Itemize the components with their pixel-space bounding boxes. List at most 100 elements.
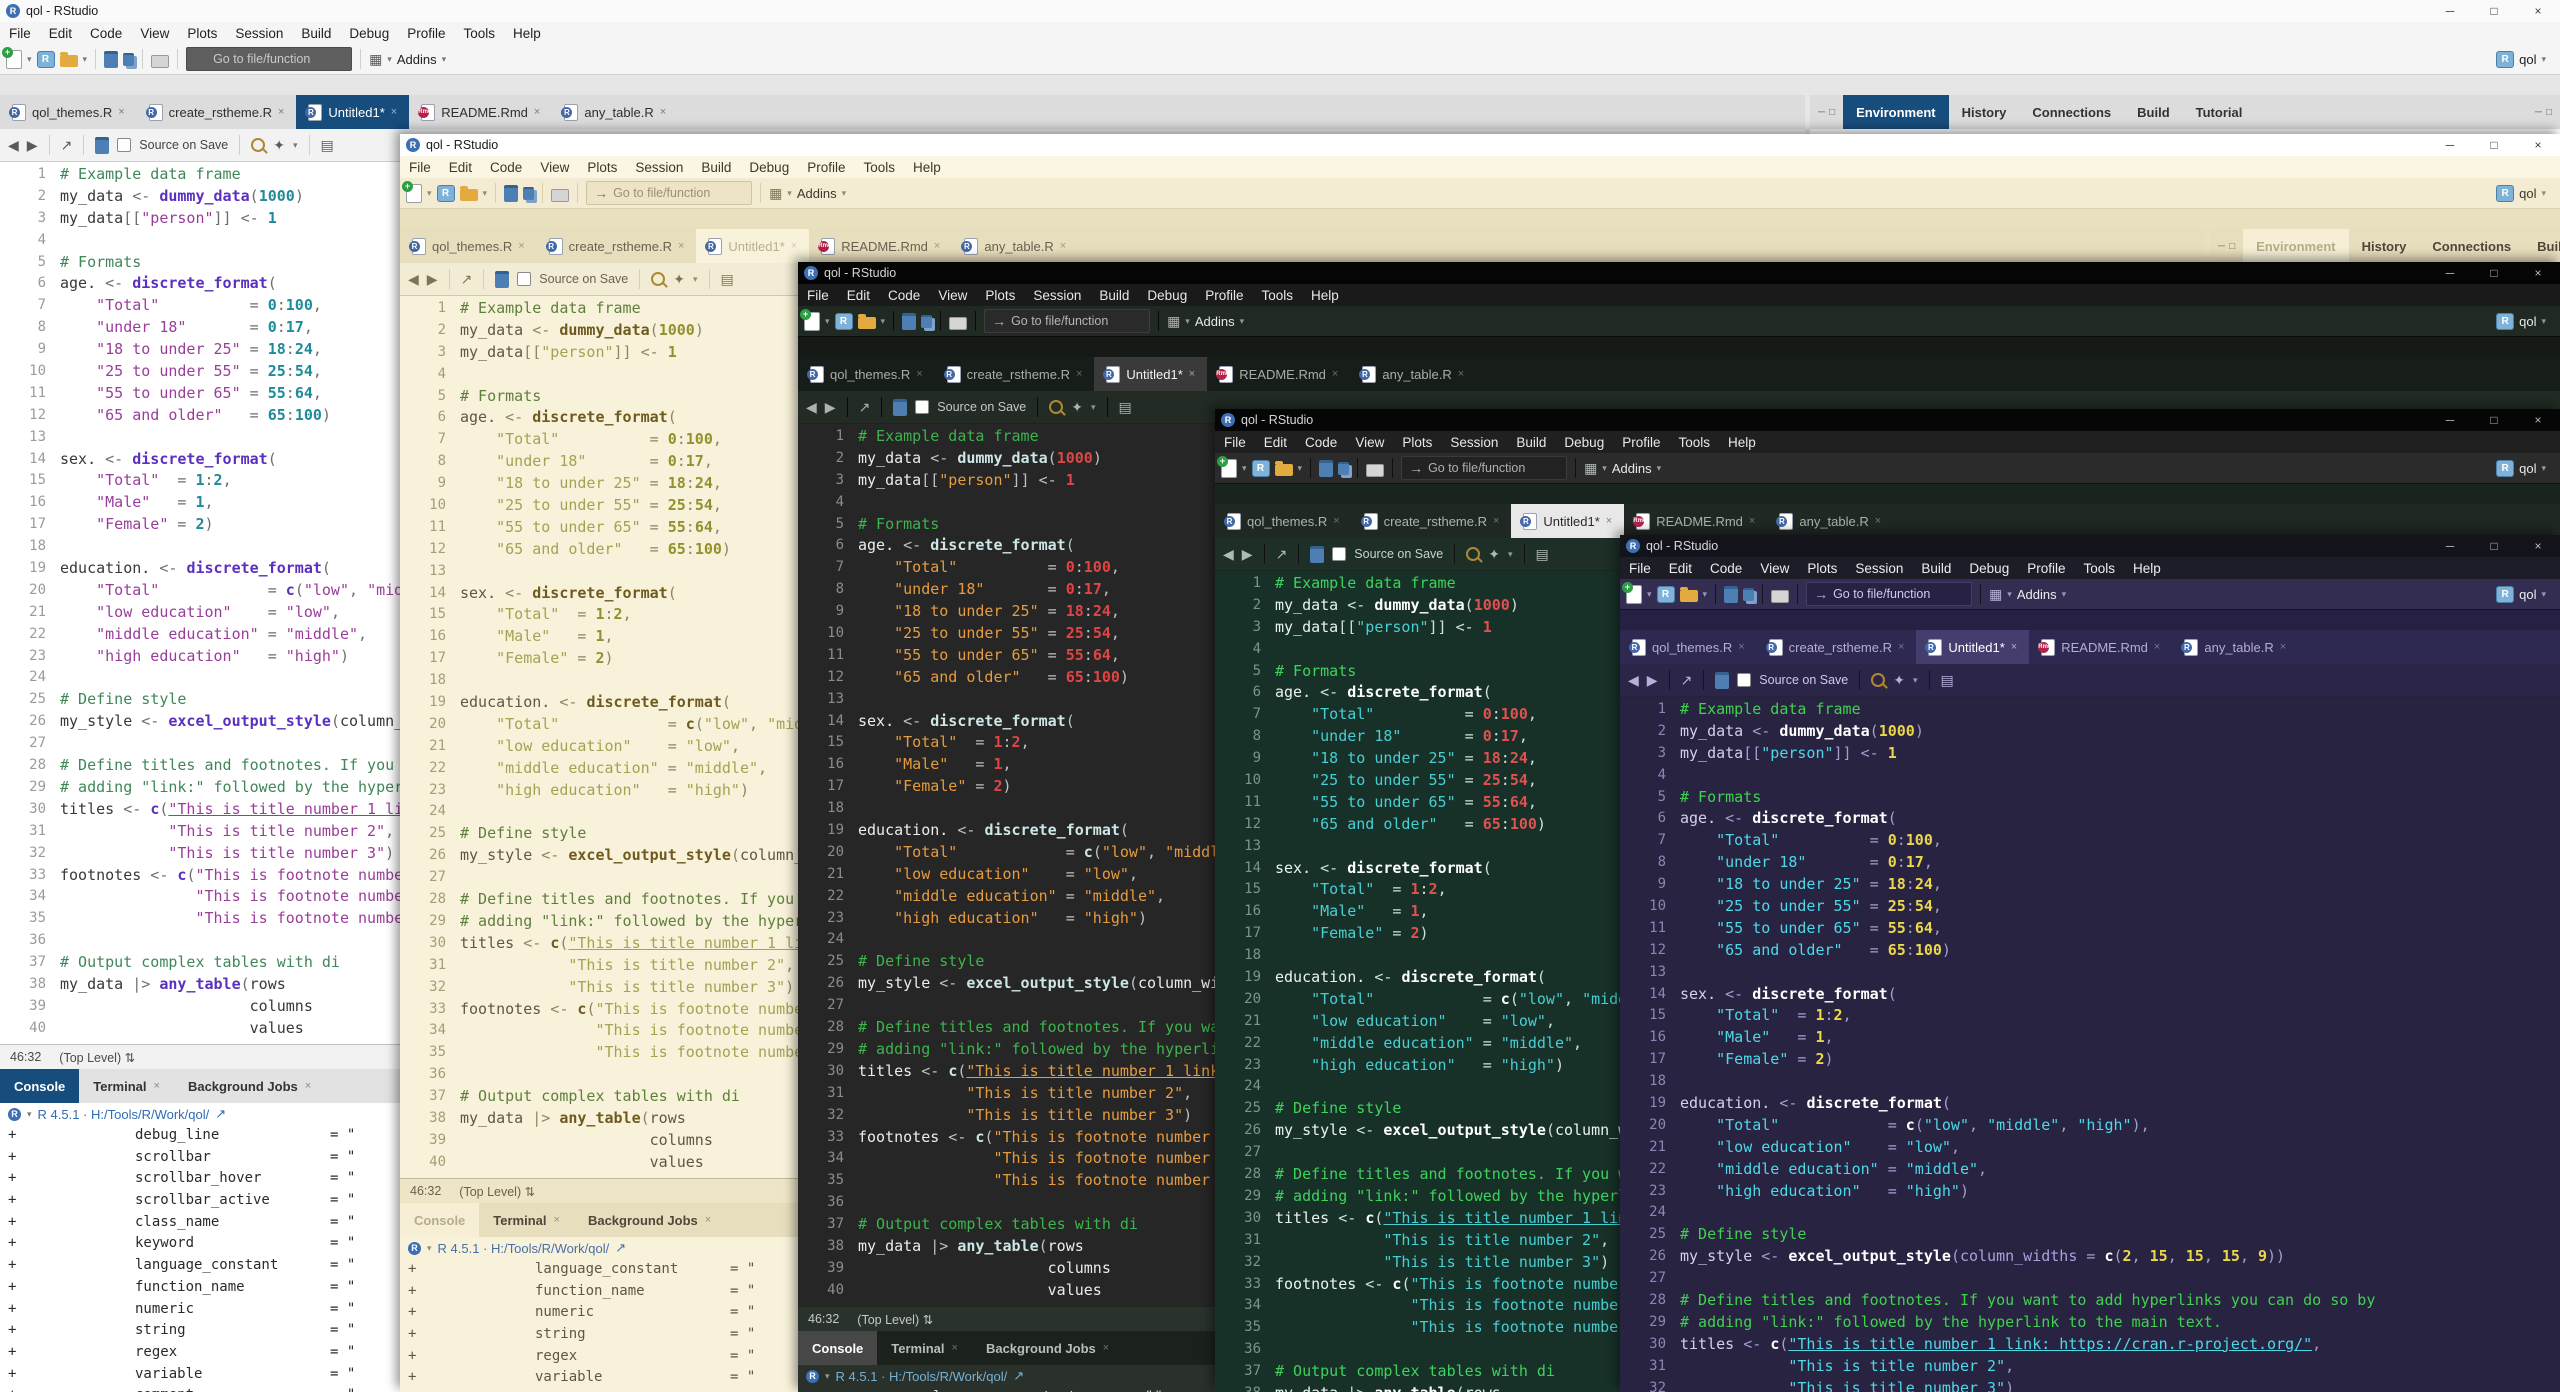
new-file-caret-icon[interactable]: ▾ [427,188,432,199]
print-icon[interactable] [151,47,169,71]
close-icon[interactable]: × [705,1214,711,1226]
source-save-checkbox[interactable] [517,272,531,286]
close-icon[interactable]: × [518,240,524,252]
find-icon[interactable] [1466,542,1480,566]
print-icon[interactable] [1771,582,1789,606]
close-window-icon[interactable]: × [2516,134,2560,156]
tab-readme-rmd[interactable]: RmdREADME.Rmd× [2029,630,2172,664]
menu-item-code[interactable]: Code [81,22,131,44]
close-icon[interactable]: × [952,1342,958,1354]
menu-item-profile[interactable]: Profile [1613,431,1669,453]
close-icon[interactable]: × [154,1080,160,1092]
print-icon[interactable] [1366,456,1384,480]
project-selector[interactable]: Rqol▾ [2496,460,2554,477]
menu-item-debug[interactable]: Debug [1555,431,1613,453]
menu-item-edit[interactable]: Edit [440,156,481,178]
popout-icon[interactable]: ↗ [859,400,871,414]
console-tab-console[interactable]: Console [798,1331,877,1365]
project-selector[interactable]: Rqol▾ [2496,586,2554,603]
close-icon[interactable]: × [916,368,922,380]
menu-item-debug[interactable]: Debug [740,156,798,178]
console-goto-icon[interactable]: ↗ [1013,1368,1024,1384]
menu-item-build[interactable]: Build [292,22,340,44]
close-icon[interactable]: × [1189,368,1195,380]
new-project-icon[interactable]: R [1252,456,1270,480]
minimize-icon[interactable]: ─ [2428,409,2472,431]
code-tools-caret-icon[interactable]: ▾ [1913,675,1918,686]
find-icon[interactable] [1871,668,1885,692]
new-file-caret-icon[interactable]: ▾ [1242,463,1247,474]
new-file-icon[interactable]: + [1221,456,1237,480]
close-icon[interactable]: × [118,106,124,118]
close-icon[interactable]: × [791,240,797,252]
compile-notebook-icon[interactable]: ▤ [1941,673,1954,687]
maximize-icon[interactable]: □ [2472,535,2516,557]
menu-item-debug[interactable]: Debug [340,22,398,44]
tab-any-table-r[interactable]: Rany_table.R× [1767,504,1893,538]
close-window-icon[interactable]: × [2516,262,2560,284]
open-file-icon[interactable] [460,181,478,205]
menu-item-tools[interactable]: Tools [2074,557,2124,579]
panes-caret-icon[interactable]: ▾ [1602,463,1607,474]
print-icon[interactable] [949,309,967,333]
menu-item-plots[interactable]: Plots [178,22,226,44]
new-file-icon[interactable]: + [6,47,22,71]
right-tab-build[interactable]: Build [2524,229,2560,263]
open-file-icon[interactable] [858,309,876,333]
menu-item-file[interactable]: File [798,284,838,306]
panes-caret-icon[interactable]: ▾ [2007,589,2012,600]
goto-file-function-input[interactable]: →Go to file/function [586,181,752,205]
menu-item-code[interactable]: Code [481,156,531,178]
addins-caret-icon[interactable]: ▾ [1657,463,1662,474]
close-window-icon[interactable]: × [2516,0,2560,22]
back-icon[interactable]: ◀ [408,272,419,286]
goto-file-function-input[interactable]: →Go to file/function [1806,582,1972,606]
right-tab-history[interactable]: History [2349,229,2420,263]
close-icon[interactable]: × [1458,368,1464,380]
tab-any-table-r[interactable]: Rany_table.R× [1350,357,1476,391]
tab-qol-themes-r[interactable]: Rqol_themes.R× [798,357,935,391]
source-save-checkbox[interactable] [915,400,929,414]
source-save-checkbox[interactable] [117,138,131,152]
new-project-icon[interactable]: R [835,309,853,333]
save-icon[interactable] [504,181,518,205]
menu-item-file[interactable]: File [400,156,440,178]
code-tools-icon[interactable]: ✦ [1071,400,1083,414]
close-icon[interactable]: × [2280,641,2286,653]
addins-menu[interactable]: Addins [397,52,437,67]
menu-item-file[interactable]: File [0,22,40,44]
tab-readme-rmd[interactable]: RmdREADME.Rmd× [409,95,552,129]
save-all-icon[interactable] [123,47,134,71]
menu-item-session[interactable]: Session [1024,284,1090,306]
close-window-icon[interactable]: × [2516,409,2560,431]
console-tab-terminal[interactable]: Terminal× [877,1331,972,1365]
close-icon[interactable]: × [660,106,666,118]
save-icon[interactable] [104,47,118,71]
addins-menu[interactable]: Addins [2017,587,2057,602]
save-icon[interactable] [1715,668,1729,692]
back-icon[interactable]: ◀ [8,138,19,152]
save-icon[interactable] [1310,542,1324,566]
tab-untitled1-[interactable]: RUntitled1*× [696,229,809,263]
tab-create-rstheme-r[interactable]: Rcreate_rstheme.R× [137,95,297,129]
tab-untitled1-[interactable]: RUntitled1*× [1916,630,2029,664]
tab-any-table-r[interactable]: Rany_table.R× [2172,630,2298,664]
compile-notebook-icon[interactable]: ▤ [721,272,734,286]
new-project-icon[interactable]: R [37,47,55,71]
console-tab-console[interactable]: Console [0,1069,79,1103]
popout-icon[interactable]: ↗ [461,272,473,286]
menu-item-file[interactable]: File [1215,431,1255,453]
find-icon[interactable] [1049,395,1063,419]
maximize-icon[interactable]: □ [2472,262,2516,284]
menu-item-edit[interactable]: Edit [40,22,81,44]
addins-caret-icon[interactable]: ▾ [1240,316,1245,327]
menu-item-plots[interactable]: Plots [1393,431,1441,453]
menu-item-code[interactable]: Code [1701,557,1751,579]
code-tools-icon[interactable]: ✦ [1488,547,1500,561]
console-tab-background-jobs[interactable]: Background Jobs× [174,1069,325,1103]
addins-caret-icon[interactable]: ▾ [2062,589,2067,600]
min-pane-icon[interactable]: ─ [2535,107,2542,118]
menu-item-build[interactable]: Build [1912,557,1960,579]
tab-create-rstheme-r[interactable]: Rcreate_rstheme.R× [1757,630,1917,664]
menu-item-view[interactable]: View [1751,557,1798,579]
